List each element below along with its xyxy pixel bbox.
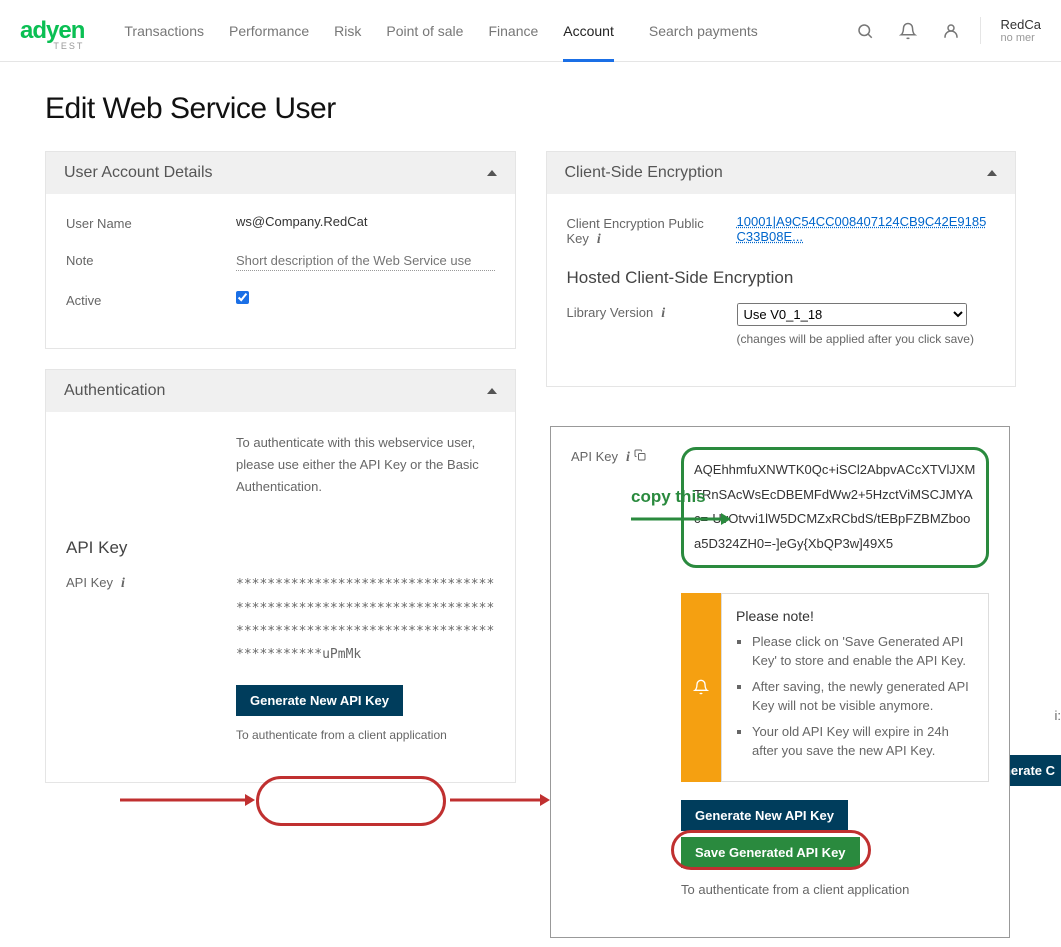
note-input[interactable] [236,251,495,271]
active-checkbox[interactable] [236,291,249,304]
search-icon[interactable] [856,22,874,40]
copy-this-annotation: copy this [631,487,706,507]
notice-item: Please click on 'Save Generated API Key'… [752,632,974,671]
logo-subtext: TEST [53,41,84,51]
notice-box: Please note! Please click on 'Save Gener… [681,593,989,782]
libver-note: (changes will be applied after you click… [737,332,996,346]
notice-item: Your old API Key will expire in 24h afte… [752,722,974,761]
panel-header-client-encryption[interactable]: Client-Side Encryption [547,152,1016,194]
active-label: Active [66,291,236,308]
auth-footer: To authenticate from a client applicatio… [236,728,495,742]
libver-label: Library Versioni [567,303,737,322]
panel-title: User Account Details [64,164,213,182]
top-header: adyen TEST Transactions Performance Risk… [0,0,1061,62]
panel-header-user-details[interactable]: User Account Details [46,152,515,194]
hosted-encryption-title: Hosted Client-Side Encryption [567,268,996,288]
api-key-masked: ****************************************… [236,573,495,667]
nav-performance[interactable]: Performance [229,1,309,61]
info-icon[interactable]: i [661,306,665,321]
bell-icon [681,593,721,782]
note-label: Note [66,251,236,268]
auth-description: To authenticate with this webservice use… [236,432,495,498]
arrow-icon [631,509,731,529]
info-icon[interactable]: i [626,450,630,465]
notice-item: After saving, the newly generated API Ke… [752,677,974,716]
info-icon[interactable]: i [121,576,125,591]
panel-authentication: Authentication To authenticate with this… [45,369,516,783]
notice-title: Please note! [736,608,974,624]
api-key-label: API Keyi [66,573,236,592]
nav-finance[interactable]: Finance [488,1,538,61]
nav-risk[interactable]: Risk [334,1,361,61]
popup-footer: To authenticate from a client applicatio… [681,882,989,897]
collapse-icon [487,170,497,176]
company-name: RedCa [1001,17,1041,32]
popup-api-key-label: API Keyi [571,447,681,466]
username-label: User Name [66,214,236,231]
panel-client-encryption: Client-Side Encryption Client Encryption… [546,151,1017,387]
info-icon[interactable]: i [597,232,601,247]
bell-icon[interactable] [899,22,917,40]
api-key-section-title: API Key [66,538,495,558]
search-input[interactable] [649,15,849,47]
pubkey-link[interactable]: 10001|A9C54CC008407124CB9C42E9185C33B08E… [737,214,987,244]
username-value: ws@Company.RedCat [236,214,495,229]
nav-account[interactable]: Account [563,1,614,61]
collapse-icon [487,388,497,394]
panel-user-details: User Account Details User Name ws@Compan… [45,151,516,349]
nav-point-of-sale[interactable]: Point of sale [386,1,463,61]
header-company[interactable]: RedCa no mer [980,17,1041,44]
generated-api-key[interactable]: AQEhhmfuXNWTK0Qc+iSCl2AbpvACcXTVlJXMTRnS… [681,447,989,568]
popup-generate-api-key-button[interactable]: Generate New API Key [681,800,848,831]
api-key-popup: API Keyi AQEhhmfuXNWTK0Qc+iSCl2AbpvACcXT… [550,426,1010,938]
panel-header-authentication[interactable]: Authentication [46,370,515,412]
logo-text: adyen [20,17,84,44]
partial-text: i: [1055,708,1061,723]
main-nav: Transactions Performance Risk Point of s… [124,1,613,61]
page-title: Edit Web Service User [45,92,1016,126]
nav-transactions[interactable]: Transactions [124,1,204,61]
header-icons [856,22,960,40]
save-generated-api-key-button[interactable]: Save Generated API Key [681,837,860,868]
logo: adyen TEST [20,17,84,45]
panel-title: Client-Side Encryption [565,164,723,182]
search-box [649,15,856,47]
library-version-select[interactable]: Use V0_1_18 [737,303,967,326]
company-sub: no mer [1001,32,1041,44]
panel-title: Authentication [64,382,165,400]
collapse-icon [987,170,997,176]
pubkey-label: Client Encryption Public Keyi [567,214,737,248]
copy-icon[interactable] [634,449,646,464]
user-icon[interactable] [942,22,960,40]
generate-api-key-button[interactable]: Generate New API Key [236,685,403,716]
